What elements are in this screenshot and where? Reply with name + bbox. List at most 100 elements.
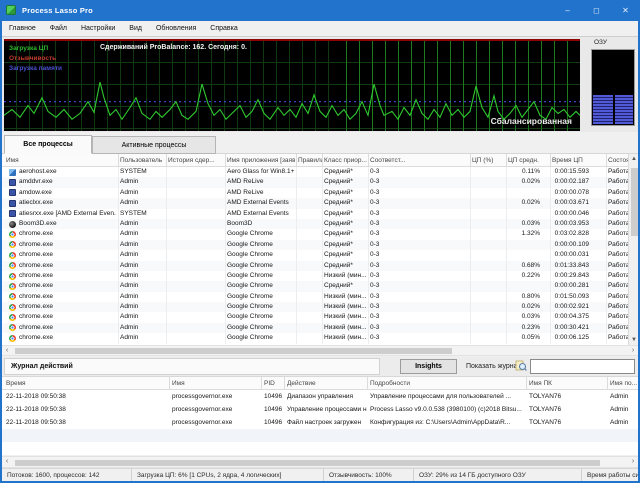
cell-cpu_avg xyxy=(508,250,550,260)
scroll-right-icon[interactable]: › xyxy=(628,346,638,355)
tab-all-processes[interactable]: Все процессы xyxy=(4,135,92,154)
cell-app: AMD ReLive xyxy=(227,188,295,198)
log-column-header-4[interactable]: Подробности xyxy=(370,377,525,390)
row-separator xyxy=(550,209,551,219)
cell-history xyxy=(168,198,223,208)
menu-item-3[interactable]: Вид xyxy=(122,21,149,36)
close-button[interactable]: ✕ xyxy=(611,0,640,21)
menu-item-4[interactable]: Обновления xyxy=(149,21,203,36)
header-separator xyxy=(322,154,323,166)
row-separator xyxy=(550,167,551,177)
scroll-left-icon[interactable]: ‹ xyxy=(2,346,12,355)
row-separator xyxy=(506,261,507,271)
process-row[interactable]: atiesrxx.exe [AMD External Even...SYSTEM… xyxy=(2,209,628,219)
log-column-header-5[interactable]: Имя ПК xyxy=(529,377,606,390)
process-row[interactable]: chrome.exeAdminGoogle ChromeНизкий (мин.… xyxy=(2,312,628,322)
cell-affinity: 0-3 xyxy=(370,250,470,260)
cell-time: 0:01:50.093 xyxy=(552,292,591,302)
cell-affinity: 0-3 xyxy=(370,292,470,302)
scroll-thumb[interactable] xyxy=(631,168,638,236)
cell-name: atieclxx.exe xyxy=(6,198,116,208)
column-header-3[interactable]: Имя приложения [заявленное] xyxy=(227,154,295,167)
log-horizontal-scrollbar[interactable]: ‹ › xyxy=(2,456,638,468)
log-column-header-1[interactable]: Имя xyxy=(172,377,260,390)
insights-button[interactable]: Insights xyxy=(400,359,457,374)
menu-item-5[interactable]: Справка xyxy=(203,21,244,36)
log-table-body: 22-11-2018 09:50:38processgovernor.exe10… xyxy=(2,390,638,455)
cell-rules xyxy=(298,333,322,343)
log-column-header-0[interactable]: Время xyxy=(6,377,168,390)
cell-name: chrome.exe xyxy=(6,292,116,302)
column-header-2[interactable]: История сдер... xyxy=(168,154,223,167)
log-row[interactable]: 22-11-2018 09:50:38processgovernor.exe10… xyxy=(2,416,638,429)
window-title: Process Lasso Pro xyxy=(22,0,93,21)
title-bar[interactable]: Process Lasso Pro – ◻ ✕ xyxy=(0,0,640,21)
process-vertical-scrollbar[interactable]: ▲ ▼ xyxy=(628,154,638,345)
minimize-button[interactable]: – xyxy=(553,0,582,21)
process-row[interactable]: chrome.exeAdminGoogle ChromeСредний*0-30… xyxy=(2,261,628,271)
menu-item-1[interactable]: Файл xyxy=(43,21,74,36)
column-header-8[interactable]: ЦП средн. xyxy=(508,154,550,167)
maximize-button[interactable]: ◻ xyxy=(582,0,611,21)
log-column-header-6[interactable]: Имя по... xyxy=(610,377,638,390)
cell-cpu_avg xyxy=(508,240,550,250)
menu-item-2[interactable]: Настройки xyxy=(74,21,122,36)
scroll-thumb[interactable] xyxy=(15,460,600,466)
column-header-7[interactable]: ЦП (%) xyxy=(472,154,506,167)
column-header-5[interactable]: Класс приор... xyxy=(324,154,368,167)
scroll-down-icon[interactable]: ▼ xyxy=(629,335,639,345)
process-row[interactable]: chrome.exeAdminGoogle ChromeНизкий (мин.… xyxy=(2,323,628,333)
process-row[interactable]: Boom3D.exeAdminBoom3DСредний*0-30.03%0:0… xyxy=(2,219,628,229)
cell-user: Admin xyxy=(120,302,164,312)
cell-action: Диапазон управления xyxy=(287,390,367,403)
cell-app: Google Chrome xyxy=(227,281,295,291)
cell-time: 0:00:03.671 xyxy=(552,198,591,208)
process-row[interactable]: chrome.exeAdminGoogle ChromeНизкий (мин.… xyxy=(2,292,628,302)
cell-state: Работает xyxy=(608,209,628,219)
log-column-header-2[interactable]: PID xyxy=(264,377,284,390)
graph-panel: Загрузка ЦПОтзывчивостьЗагрузка памяти С… xyxy=(2,36,638,132)
process-row[interactable]: amdow.exeAdminAMD ReLiveСредний*0-30:00:… xyxy=(2,188,628,198)
row-separator xyxy=(550,312,551,322)
column-header-6[interactable]: Соответст... xyxy=(370,154,470,167)
log-row[interactable]: 22-11-2018 09:50:38processgovernor.exe10… xyxy=(2,390,638,403)
cell-state: Работает xyxy=(608,198,628,208)
scroll-up-icon[interactable]: ▲ xyxy=(629,154,639,164)
process-row[interactable]: chrome.exeAdminGoogle ChromeСредний*0-30… xyxy=(2,240,628,250)
process-row[interactable]: chrome.exeAdminGoogle ChromeСредний*0-30… xyxy=(2,250,628,260)
scroll-thumb[interactable] xyxy=(15,348,452,354)
column-header-9[interactable]: Время ЦП xyxy=(552,154,591,167)
column-header-4[interactable]: Правила xyxy=(298,154,322,167)
cell-name: chrome.exe xyxy=(6,333,116,343)
header-separator xyxy=(470,154,471,166)
process-horizontal-scrollbar[interactable]: ‹ › xyxy=(2,345,638,356)
cell-rules xyxy=(298,302,322,312)
log-search-input[interactable] xyxy=(530,359,635,374)
cell-name: chrome.exe xyxy=(6,261,116,271)
log-row[interactable]: 22-11-2018 09:50:38processgovernor.exe10… xyxy=(2,403,638,416)
column-header-1[interactable]: Пользователь xyxy=(120,154,164,167)
process-row[interactable]: chrome.exeAdminGoogle ChromeНизкий (мин.… xyxy=(2,271,628,281)
row-separator xyxy=(225,271,226,281)
process-row[interactable]: chrome.exeAdminGoogle ChromeСредний*0-30… xyxy=(2,281,628,291)
menu-item-0[interactable]: Главное xyxy=(2,21,43,36)
process-row[interactable]: chrome.exeAdminGoogle ChromeНизкий (мин.… xyxy=(2,333,628,343)
row-separator xyxy=(506,302,507,312)
cpu-history-graph[interactable]: Загрузка ЦПОтзывчивостьЗагрузка памяти С… xyxy=(4,39,580,131)
row-separator xyxy=(322,292,323,302)
log-column-header-3[interactable]: Действие xyxy=(287,377,367,390)
row-separator xyxy=(550,177,551,187)
process-row[interactable]: chrome.exeAdminGoogle ChromeСредний*0-31… xyxy=(2,229,628,239)
scroll-right-icon[interactable]: › xyxy=(628,457,638,467)
cell-app: AMD External Events xyxy=(227,209,295,219)
process-row[interactable]: amddvr.exeAdminAMD ReLiveСредний*0-30.02… xyxy=(2,177,628,187)
process-row[interactable]: aerohost.exeSYSTEMAero Glass for Win8.1+… xyxy=(2,167,628,177)
tab-active-processes[interactable]: Активные процессы xyxy=(92,136,216,154)
cell-rules xyxy=(298,271,322,281)
column-header-0[interactable]: Имя xyxy=(6,154,116,167)
process-row[interactable]: chrome.exeAdminGoogle ChromeНизкий (мин.… xyxy=(2,302,628,312)
show-log-button[interactable]: Показать журна. xyxy=(466,359,519,374)
row-separator xyxy=(470,229,471,239)
process-row[interactable]: atieclxx.exeAdminAMD External EventsСред… xyxy=(2,198,628,208)
scroll-left-icon[interactable]: ‹ xyxy=(2,457,12,467)
